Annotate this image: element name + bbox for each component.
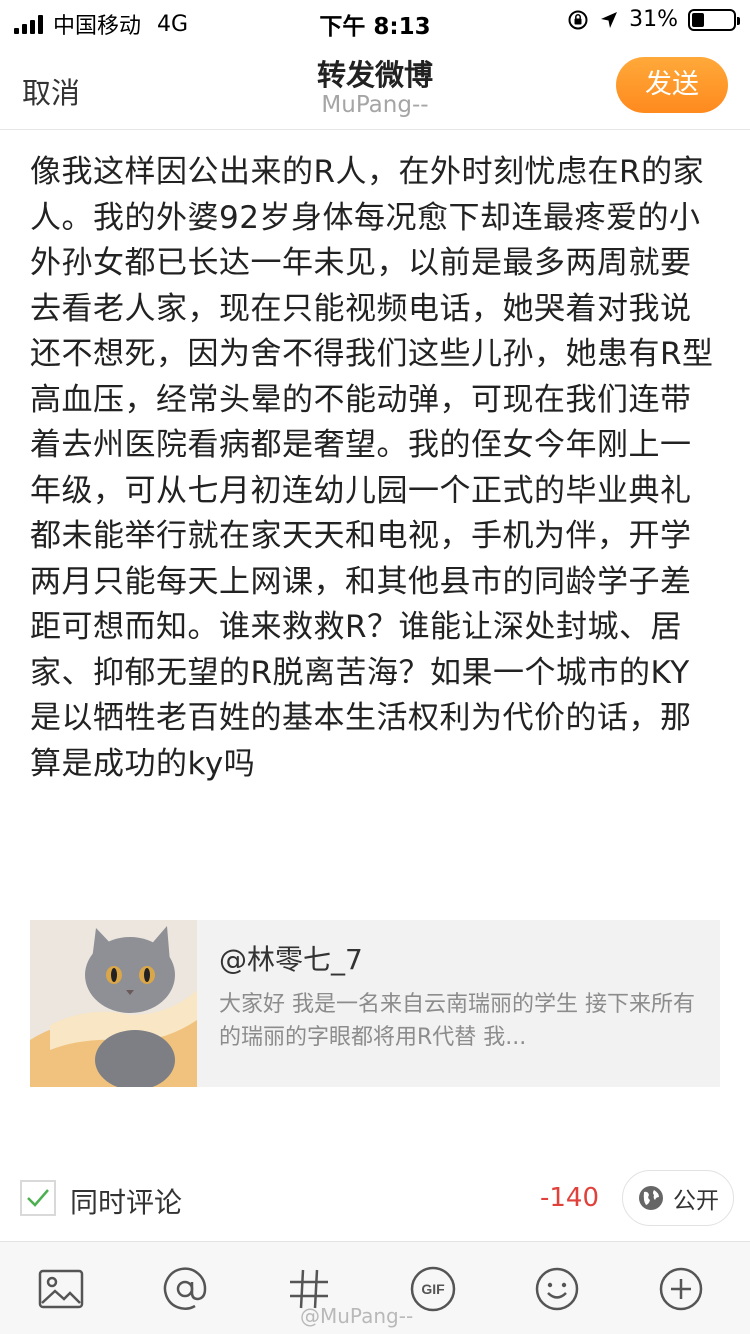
- repost-screen: 中国移动 4G 下午 8:13 31% 取消 转发微博 MuPang-- 发送 …: [0, 0, 750, 1334]
- image-icon: [38, 1269, 84, 1309]
- character-count: -140: [540, 1183, 600, 1213]
- quoted-weibo-card[interactable]: @林零七_7 大家好 我是一名来自云南瑞丽的学生 接下来所有的瑞丽的字眼都将用R…: [30, 920, 720, 1087]
- repost-text-area[interactable]: 像我这样因公出来的R人，在外时刻忧虑在R的家人。我的外婆92岁身体每况愈下却连最…: [30, 150, 720, 787]
- gif-button[interactable]: GIF: [408, 1264, 458, 1314]
- status-right: 31%: [567, 7, 740, 32]
- battery-fill: [692, 12, 705, 27]
- image-button[interactable]: [36, 1264, 86, 1314]
- also-comment-checkbox[interactable]: [20, 1180, 56, 1216]
- watermark-text: @MuPang--: [300, 1304, 414, 1328]
- cat-thumbnail-image: [30, 920, 197, 1087]
- location-arrow-icon: [601, 11, 618, 28]
- plus-circle-icon: [659, 1267, 703, 1311]
- also-comment-label: 同时评论: [70, 1186, 183, 1219]
- globe-icon: [639, 1186, 663, 1210]
- quoted-weibo-body: @林零七_7 大家好 我是一名来自云南瑞丽的学生 接下来所有的瑞丽的字眼都将用R…: [197, 920, 720, 1087]
- more-button[interactable]: [656, 1264, 706, 1314]
- quoted-author: @林零七_7: [219, 943, 363, 976]
- comment-option-row: 同时评论 -140 公开: [0, 1165, 750, 1235]
- quoted-snippet: 大家好 我是一名来自云南瑞丽的学生 接下来所有的瑞丽的字眼都将用R代替 我...: [219, 992, 695, 1050]
- at-sign-icon: [163, 1267, 207, 1310]
- checkmark-icon: [27, 1189, 49, 1207]
- gif-label: GIF: [421, 1281, 445, 1297]
- visibility-label: 公开: [673, 1188, 719, 1214]
- cat-photo-icon: [30, 920, 197, 1087]
- emoji-button[interactable]: [532, 1264, 582, 1314]
- status-bar: 中国移动 4G 下午 8:13 31%: [0, 0, 750, 40]
- visibility-button[interactable]: 公开: [622, 1170, 734, 1226]
- battery-percent: 31%: [629, 7, 678, 32]
- smiley-icon: [535, 1267, 579, 1311]
- bottom-toolbar: GIF @MuPang--: [0, 1241, 750, 1334]
- send-button[interactable]: 发送: [616, 57, 728, 113]
- nav-bar: 取消 转发微博 MuPang-- 发送: [0, 40, 750, 130]
- mention-button[interactable]: [160, 1264, 210, 1314]
- gif-icon: GIF: [410, 1266, 456, 1312]
- battery-icon: [688, 8, 740, 31]
- orientation-lock-icon: [568, 10, 588, 29]
